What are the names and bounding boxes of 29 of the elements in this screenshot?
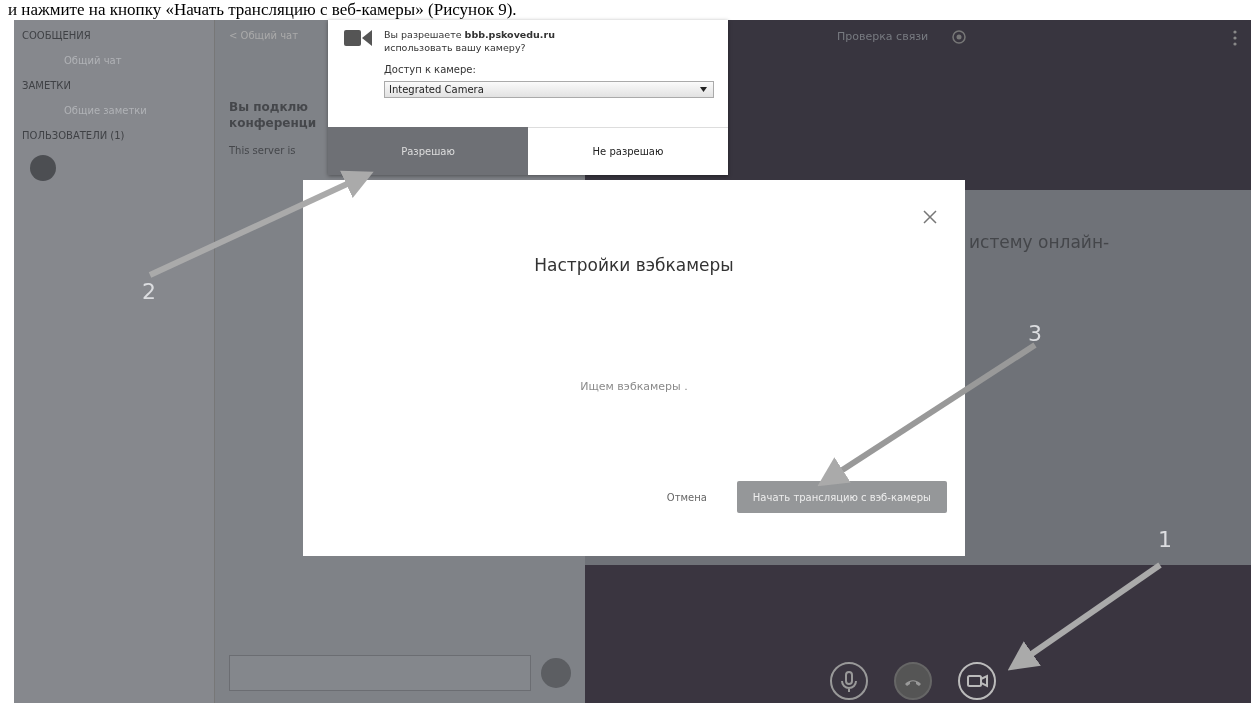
cancel-button[interactable]: Отмена (660, 490, 713, 504)
callout-number: 1 (1158, 528, 1172, 552)
phone-icon[interactable] (893, 661, 933, 701)
permission-button[interactable]: Не разрешаю (528, 127, 728, 175)
video-camera-icon (344, 28, 372, 48)
camera-select[interactable]: Integrated Camera (384, 81, 714, 98)
instruction-text: и нажмите на кнопку «Начать трансляцию с веб-камеры» (Рисунок 9). (8, 0, 517, 20)
microphone-icon[interactable] (829, 661, 869, 701)
caret-icon (700, 87, 707, 92)
server-note: This server is (229, 145, 296, 156)
permission-question: Вы разрешаете bbb.pskovedu.ru использовать вашу камеру? (384, 28, 556, 54)
section-heading: ПОЛЬЗОВАТЕЛИ (1) (22, 130, 125, 141)
callout-number: 3 (1028, 322, 1042, 346)
user-avatar (30, 155, 56, 181)
close-icon[interactable] (923, 210, 937, 224)
more-icon[interactable] (1233, 30, 1237, 46)
message-input[interactable] (229, 655, 531, 691)
dialog-title: Настройки вэбкамеры (534, 255, 734, 275)
welcome-text: Вы подклю конференци (229, 99, 317, 131)
camera-icon[interactable] (957, 661, 997, 701)
meeting-title: Проверка связи (837, 30, 929, 43)
section-heading: ЗАМЕТКИ (22, 80, 71, 91)
callout-number: 2 (142, 280, 156, 304)
section-heading: СООБЩЕНИЯ (22, 30, 91, 41)
record-icon[interactable] (952, 30, 967, 44)
permission-button[interactable]: Разрешаю (328, 127, 528, 175)
status-text: Ищем вэбкамеры . (580, 380, 688, 393)
access-label: Доступ к камере: (384, 64, 477, 75)
start-webcam-button[interactable]: Начать трансляцию с вэб-камеры (736, 481, 947, 513)
